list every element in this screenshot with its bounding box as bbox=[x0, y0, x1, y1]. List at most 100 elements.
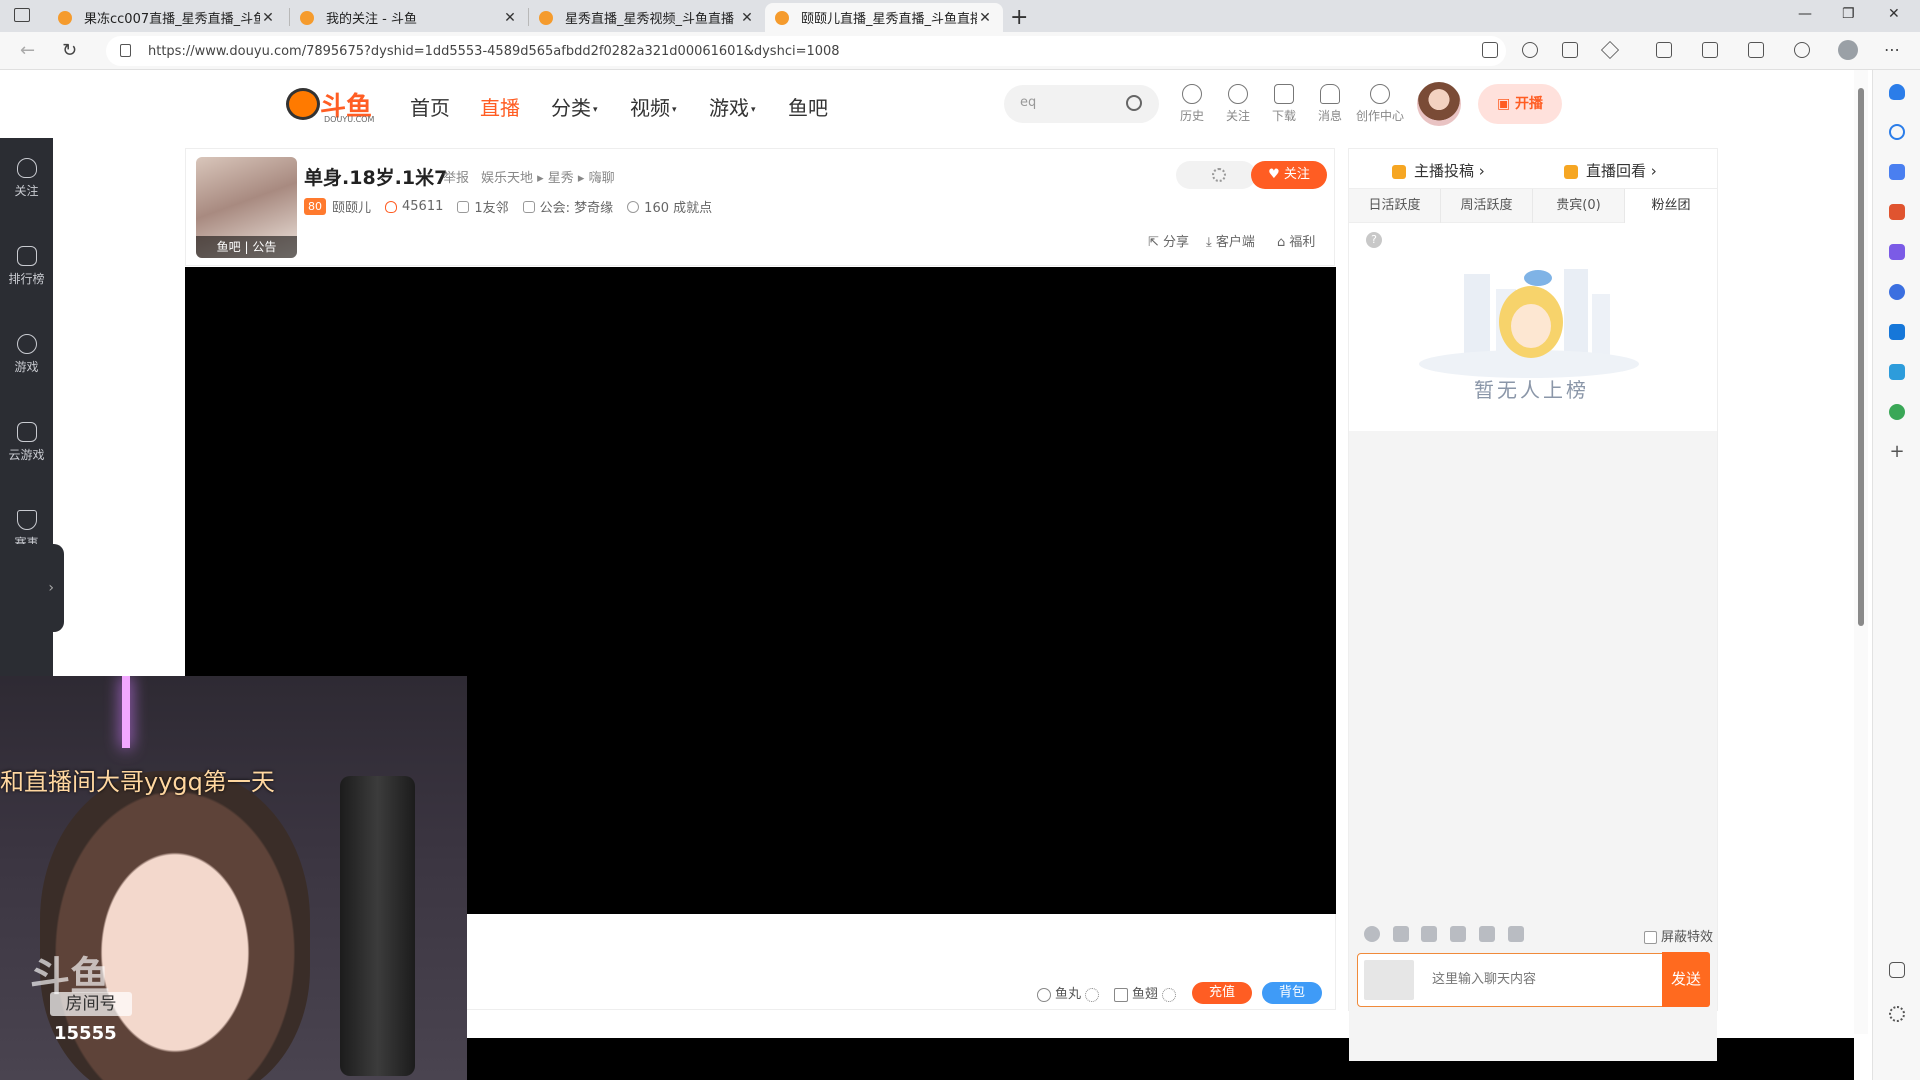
copilot-icon[interactable] bbox=[1889, 284, 1905, 300]
browser-tab-active[interactable]: 颐颐儿直播_星秀直播_斗鱼直播 ✕ bbox=[765, 3, 1003, 32]
nav-video[interactable]: 视频 ▾ bbox=[630, 92, 677, 121]
browser-tab[interactable]: 星秀直播_星秀视频_斗鱼直播 ✕ bbox=[529, 3, 765, 32]
share-button[interactable]: ⇱ 分享 bbox=[1148, 231, 1189, 250]
notification-bell-icon[interactable] bbox=[1889, 84, 1905, 100]
recharge-button[interactable]: 充值 bbox=[1192, 982, 1252, 1004]
help-icon[interactable]: ? bbox=[1366, 232, 1382, 248]
address-field[interactable]: https://www.douyu.com/7895675?dyshid=1dd… bbox=[106, 36, 1506, 66]
tag-icon[interactable] bbox=[1889, 164, 1905, 180]
favorites-icon[interactable] bbox=[1702, 42, 1718, 58]
welfare-button[interactable]: ⌂ 福利 bbox=[1277, 231, 1315, 250]
screenshot-icon[interactable] bbox=[1889, 962, 1905, 978]
tab-daily-activity[interactable]: 日活跃度 bbox=[1349, 189, 1441, 223]
client-download-button[interactable]: ⤓ 客户端 bbox=[1206, 231, 1255, 250]
guild-name[interactable]: 公会: 梦奇缘 bbox=[540, 197, 614, 216]
page-scrollbar[interactable] bbox=[1854, 70, 1868, 1034]
megaphone-icon[interactable] bbox=[1421, 926, 1437, 942]
mail-icon[interactable] bbox=[1393, 926, 1409, 942]
add-icon[interactable]: + bbox=[1889, 443, 1905, 461]
minimize-icon[interactable]: — bbox=[1798, 6, 1812, 22]
scroll-thumb[interactable] bbox=[1858, 88, 1864, 626]
sidebar-item-follow[interactable]: 关注 bbox=[0, 158, 53, 199]
browser-tab[interactable]: 果冻cc007直播_星秀直播_斗鱼直 ✕ bbox=[48, 3, 286, 32]
sidebar-item-games[interactable]: 游戏 bbox=[0, 334, 53, 375]
anchor-name[interactable]: 颐颐儿 bbox=[332, 197, 371, 216]
yuba-link[interactable]: 鱼吧 bbox=[217, 240, 241, 254]
yuwan-balance[interactable]: 鱼丸 bbox=[1037, 983, 1103, 1002]
search-icon[interactable] bbox=[1889, 124, 1905, 140]
download-button[interactable]: 下载 bbox=[1264, 84, 1304, 124]
backpack-button[interactable]: 背包 bbox=[1262, 982, 1322, 1004]
friends-count[interactable]: 1友邻 bbox=[474, 197, 508, 216]
send-button[interactable]: 发送 bbox=[1662, 952, 1710, 1007]
start-live-button[interactable]: ▣ 开播 bbox=[1478, 84, 1562, 124]
tab-weekly-activity[interactable]: 周活跃度 bbox=[1441, 189, 1533, 223]
nav-category[interactable]: 分类 ▾ bbox=[551, 92, 598, 121]
history-button[interactable]: 历史 bbox=[1172, 84, 1212, 124]
user-avatar[interactable] bbox=[1417, 82, 1461, 126]
chat-avatar[interactable] bbox=[1364, 960, 1414, 1000]
close-icon[interactable]: ✕ bbox=[260, 10, 276, 26]
notice-link[interactable]: 公告 bbox=[252, 240, 276, 254]
nav-games[interactable]: 游戏 ▾ bbox=[709, 92, 756, 121]
nav-yuba[interactable]: 鱼吧 bbox=[788, 92, 828, 121]
shield-effects-toggle[interactable]: 屏蔽特效 bbox=[1644, 926, 1713, 945]
achievement-points[interactable]: 160 成就点 bbox=[644, 197, 712, 216]
more-menu-icon[interactable]: ⋯ bbox=[1884, 40, 1900, 59]
emoji-icon[interactable] bbox=[1364, 926, 1380, 942]
close-icon[interactable]: ✕ bbox=[739, 10, 755, 26]
refresh-icon[interactable]: ↻ bbox=[62, 40, 77, 61]
yuchi-balance[interactable]: 鱼翅 bbox=[1114, 983, 1180, 1002]
search-box[interactable] bbox=[1004, 85, 1159, 123]
read-aloud-icon[interactable] bbox=[1482, 42, 1498, 58]
new-tab-button[interactable]: + bbox=[1010, 5, 1028, 30]
search-input[interactable] bbox=[1020, 95, 1120, 110]
room-settings-toggle[interactable] bbox=[1176, 161, 1256, 189]
fans-icon[interactable] bbox=[1479, 926, 1495, 942]
close-icon[interactable]: ✕ bbox=[977, 10, 993, 26]
sidebar-item-cloud-games[interactable]: 云游戏 bbox=[0, 422, 53, 463]
collections-icon[interactable] bbox=[1748, 42, 1764, 58]
chat-input[interactable] bbox=[1420, 954, 1660, 1005]
follow-button[interactable]: ♥ 关注 bbox=[1251, 161, 1327, 189]
favorite-star-icon[interactable] bbox=[1600, 40, 1620, 60]
report-link[interactable]: 举报 bbox=[443, 167, 469, 186]
profile-icon[interactable] bbox=[1838, 40, 1858, 60]
split-screen-icon[interactable] bbox=[1562, 42, 1578, 58]
back-arrow-icon[interactable]: ← bbox=[20, 40, 35, 61]
replay-link[interactable]: 直播回看 › bbox=[1564, 160, 1657, 181]
send-icon[interactable] bbox=[1889, 364, 1905, 380]
tab-fan-club[interactable]: 粉丝团 bbox=[1625, 189, 1717, 223]
settings-gear-icon[interactable] bbox=[1889, 1006, 1905, 1022]
outlook-icon[interactable] bbox=[1889, 324, 1905, 340]
sidebar-collapse-toggle[interactable]: › bbox=[0, 544, 64, 632]
noble-icon[interactable] bbox=[1508, 926, 1524, 942]
follow-list-button[interactable]: 关注 bbox=[1218, 84, 1258, 124]
tree-icon[interactable] bbox=[1889, 404, 1905, 420]
sidebar-item-ranking[interactable]: 排行榜 bbox=[0, 246, 53, 287]
anchor-posts-link[interactable]: 主播投稿 › bbox=[1392, 160, 1485, 181]
window-close-icon[interactable]: ✕ bbox=[1888, 6, 1900, 22]
nav-live[interactable]: 直播 bbox=[480, 92, 520, 121]
search-icon[interactable] bbox=[1126, 95, 1142, 111]
browser-tab[interactable]: 我的关注 - 斗鱼 ✕ bbox=[290, 3, 528, 32]
zoom-icon[interactable] bbox=[1522, 42, 1538, 58]
close-icon[interactable]: ✕ bbox=[502, 10, 518, 26]
douyu-logo[interactable]: 斗鱼 DOUYU.COM bbox=[286, 86, 376, 124]
extensions-icon[interactable] bbox=[1656, 42, 1672, 58]
room-cover-image[interactable]: 鱼吧 | 公告 bbox=[196, 157, 297, 258]
messages-button[interactable]: 消息 bbox=[1310, 84, 1350, 124]
badge-icon[interactable] bbox=[1450, 926, 1466, 942]
url-text[interactable]: https://www.douyu.com/7895675?dyshid=1dd… bbox=[148, 44, 840, 59]
tab-actions-icon[interactable] bbox=[14, 8, 30, 22]
nav-home[interactable]: 首页 bbox=[410, 92, 450, 121]
checkbox[interactable] bbox=[1644, 931, 1657, 944]
restore-icon[interactable]: ❐ bbox=[1842, 6, 1855, 22]
floating-video-window[interactable]: 和直播间大哥yygq第一天 斗鱼 房间号 15555 bbox=[0, 676, 467, 1080]
games-icon[interactable] bbox=[1889, 244, 1905, 260]
tab-vip[interactable]: 贵宾(0) bbox=[1533, 189, 1625, 223]
creator-center-button[interactable]: 创作中心 bbox=[1356, 84, 1404, 124]
browser-essentials-icon[interactable] bbox=[1794, 42, 1810, 58]
toolbox-icon[interactable] bbox=[1889, 204, 1905, 220]
category-breadcrumb[interactable]: 娱乐天地 ▸ 星秀 ▸ 嗨聊 bbox=[481, 167, 615, 186]
